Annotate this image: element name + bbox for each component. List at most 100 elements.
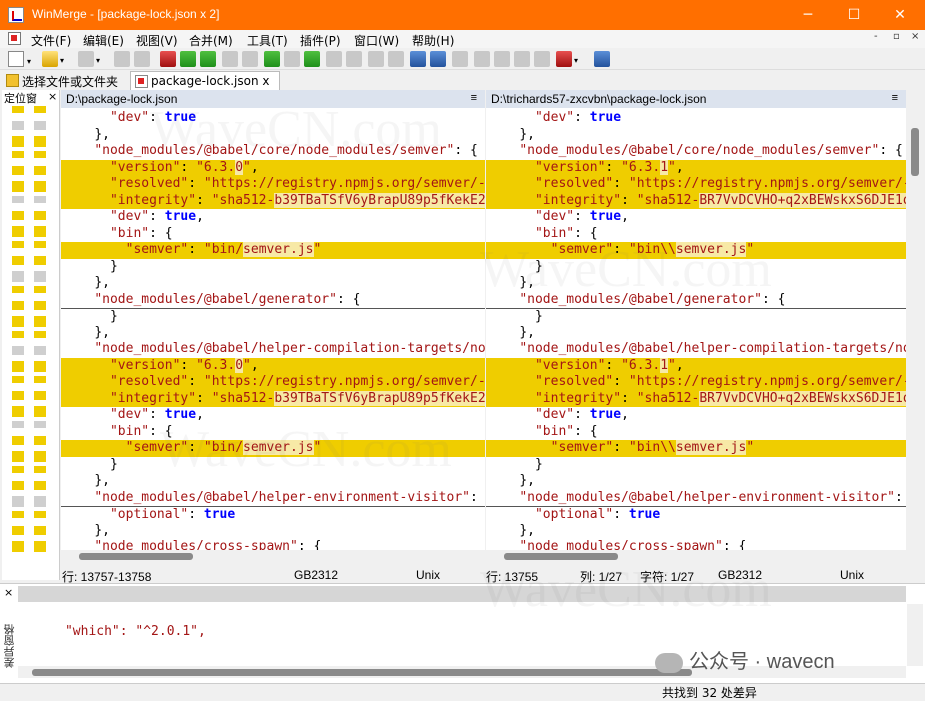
code-line[interactable]: "bin": { bbox=[486, 226, 906, 243]
location-diff-marker[interactable] bbox=[34, 541, 46, 552]
location-diff-marker[interactable] bbox=[12, 391, 24, 400]
location-diff-marker[interactable] bbox=[12, 436, 24, 445]
code-line[interactable]: }, bbox=[61, 473, 485, 490]
copy-left-icon[interactable] bbox=[346, 51, 362, 67]
tab-package-lock-compare[interactable]: package-lock.json x 2 bbox=[130, 71, 280, 102]
code-line[interactable]: "node_modules/@babel/generator": { bbox=[61, 292, 485, 309]
location-diff-marker[interactable] bbox=[34, 241, 46, 248]
location-diff-marker[interactable] bbox=[12, 121, 24, 130]
location-diff-marker[interactable] bbox=[12, 256, 24, 265]
refresh-icon[interactable] bbox=[594, 51, 610, 67]
location-strip[interactable] bbox=[34, 106, 46, 566]
copy-all-right-icon[interactable] bbox=[410, 51, 426, 67]
diff-code-line[interactable]: "semver": "bin\\semver.js" bbox=[486, 440, 906, 457]
diff-code-line[interactable]: "semver": "bin/semver.js" bbox=[61, 440, 485, 457]
location-diff-marker[interactable] bbox=[12, 466, 24, 473]
location-diff-marker[interactable] bbox=[34, 391, 46, 400]
code-line[interactable]: "node_modules/@babel/core/node_modules/s… bbox=[486, 143, 906, 160]
diff-code-line[interactable]: "resolved": "https://registry.npmjs.org/… bbox=[61, 374, 485, 391]
select-all-icon[interactable] bbox=[452, 51, 468, 67]
new-file-icon[interactable]: ▾ bbox=[8, 51, 31, 67]
location-diff-marker[interactable] bbox=[34, 316, 46, 327]
code-line[interactable]: } bbox=[61, 308, 485, 325]
code-line[interactable]: "optional": true bbox=[61, 506, 485, 523]
copy-right-advance-icon[interactable] bbox=[368, 51, 384, 67]
right-code-view[interactable]: "dev": true }, "node_modules/@babel/core… bbox=[486, 110, 906, 550]
menu-edit[interactable]: 编辑(E) bbox=[83, 32, 124, 49]
next-conflict-icon[interactable] bbox=[264, 51, 280, 67]
copy-left-advance-icon[interactable] bbox=[388, 51, 404, 67]
location-diff-marker[interactable] bbox=[34, 136, 46, 147]
close-button[interactable]: ✕ bbox=[877, 0, 923, 30]
location-diff-marker[interactable] bbox=[34, 181, 46, 192]
location-pane[interactable]: 定位窗 × bbox=[2, 90, 60, 580]
menu-tools[interactable]: 工具(T) bbox=[247, 32, 288, 49]
code-line[interactable]: }, bbox=[486, 127, 906, 144]
save-icon[interactable]: ▾ bbox=[78, 51, 100, 67]
code-line[interactable]: }, bbox=[486, 275, 906, 292]
code-line[interactable]: "dev": true, bbox=[486, 407, 906, 424]
menu-plugins[interactable]: 插件(P) bbox=[300, 32, 341, 49]
location-pane-close-button[interactable]: × bbox=[48, 90, 57, 103]
scroll-thumb[interactable] bbox=[911, 128, 919, 176]
location-diff-marker[interactable] bbox=[12, 481, 24, 490]
document-icon[interactable] bbox=[8, 32, 21, 45]
code-line[interactable]: "node_modules/@babel/helper-compilation-… bbox=[486, 341, 906, 358]
diff-code-line[interactable]: "resolved": "https://registry.npmjs.org/… bbox=[61, 176, 485, 193]
location-diff-marker[interactable] bbox=[12, 226, 24, 237]
prev-conflict-icon[interactable] bbox=[284, 51, 300, 67]
location-diff-marker[interactable] bbox=[12, 496, 24, 507]
left-code-view[interactable]: "dev": true }, "node_modules/@babel/core… bbox=[61, 110, 485, 550]
location-diff-marker[interactable] bbox=[34, 466, 46, 473]
location-diff-marker[interactable] bbox=[34, 526, 46, 535]
location-diff-marker[interactable] bbox=[12, 421, 24, 428]
location-diff-marker[interactable] bbox=[12, 196, 24, 203]
diff-code-line[interactable]: "semver": "bin/semver.js" bbox=[61, 242, 485, 259]
location-diff-marker[interactable] bbox=[34, 271, 46, 282]
code-line[interactable]: }, bbox=[486, 473, 906, 490]
code-line[interactable]: "node_modules/@babel/helper-environment-… bbox=[486, 490, 906, 507]
code-line[interactable]: "node_modules/@babel/helper-compilation-… bbox=[61, 341, 485, 358]
code-line[interactable]: "dev": true, bbox=[486, 209, 906, 226]
left-bookmark-icon[interactable] bbox=[474, 51, 490, 67]
scroll-thumb[interactable] bbox=[32, 669, 692, 676]
location-diff-marker[interactable] bbox=[12, 271, 24, 282]
location-diff-marker[interactable] bbox=[12, 526, 24, 535]
diff-code-line[interactable]: "resolved": "https://registry.npmjs.org/… bbox=[486, 176, 906, 193]
options-icon[interactable]: ▾ bbox=[556, 51, 578, 67]
location-diff-marker[interactable] bbox=[34, 346, 46, 355]
copy-right-icon[interactable] bbox=[326, 51, 342, 67]
code-line[interactable]: "node_modules/@babel/core/node_modules/s… bbox=[61, 143, 485, 160]
next-diff-down-icon[interactable] bbox=[180, 51, 196, 67]
location-diff-marker[interactable] bbox=[34, 121, 46, 130]
left-horizontal-scrollbar[interactable] bbox=[61, 550, 485, 563]
location-diff-marker[interactable] bbox=[12, 106, 24, 113]
menu-window[interactable]: 窗口(W) bbox=[354, 32, 399, 49]
location-diff-marker[interactable] bbox=[34, 361, 46, 372]
right-bookmark-icon[interactable] bbox=[494, 51, 510, 67]
all-diffs-icon[interactable] bbox=[304, 51, 320, 67]
diff-pane-vertical-scrollbar[interactable] bbox=[907, 604, 923, 666]
next-bookmark-icon[interactable] bbox=[514, 51, 530, 67]
code-line[interactable]: }, bbox=[486, 325, 906, 342]
location-diff-marker[interactable] bbox=[34, 451, 46, 462]
copy-all-left-icon[interactable] bbox=[430, 51, 446, 67]
location-diff-marker[interactable] bbox=[34, 511, 46, 518]
diff-code-line[interactable]: "integrity": "sha512-b39TBaTSfV6yBrapU89… bbox=[61, 390, 485, 407]
code-line[interactable]: "node_modules/cross-spawn": { bbox=[61, 539, 485, 550]
code-line[interactable]: }, bbox=[61, 523, 485, 540]
code-line[interactable]: "bin": { bbox=[486, 424, 906, 441]
location-diff-marker[interactable] bbox=[12, 211, 24, 220]
location-strip[interactable] bbox=[12, 106, 24, 566]
location-diff-marker[interactable] bbox=[34, 166, 46, 175]
location-diff-marker[interactable] bbox=[34, 406, 46, 417]
location-diff-marker[interactable] bbox=[12, 331, 24, 338]
location-diff-marker[interactable] bbox=[34, 196, 46, 203]
location-diff-marker[interactable] bbox=[12, 301, 24, 310]
location-diff-marker[interactable] bbox=[12, 136, 24, 147]
location-diff-marker[interactable] bbox=[12, 151, 24, 158]
right-file-pane[interactable]: D:\trichards57-zxcvbn\package-lock.json … bbox=[486, 90, 906, 550]
menu-merge[interactable]: 合并(M) bbox=[189, 32, 233, 49]
scroll-thumb[interactable] bbox=[79, 553, 193, 560]
winmerge-app-icon[interactable] bbox=[8, 7, 24, 23]
